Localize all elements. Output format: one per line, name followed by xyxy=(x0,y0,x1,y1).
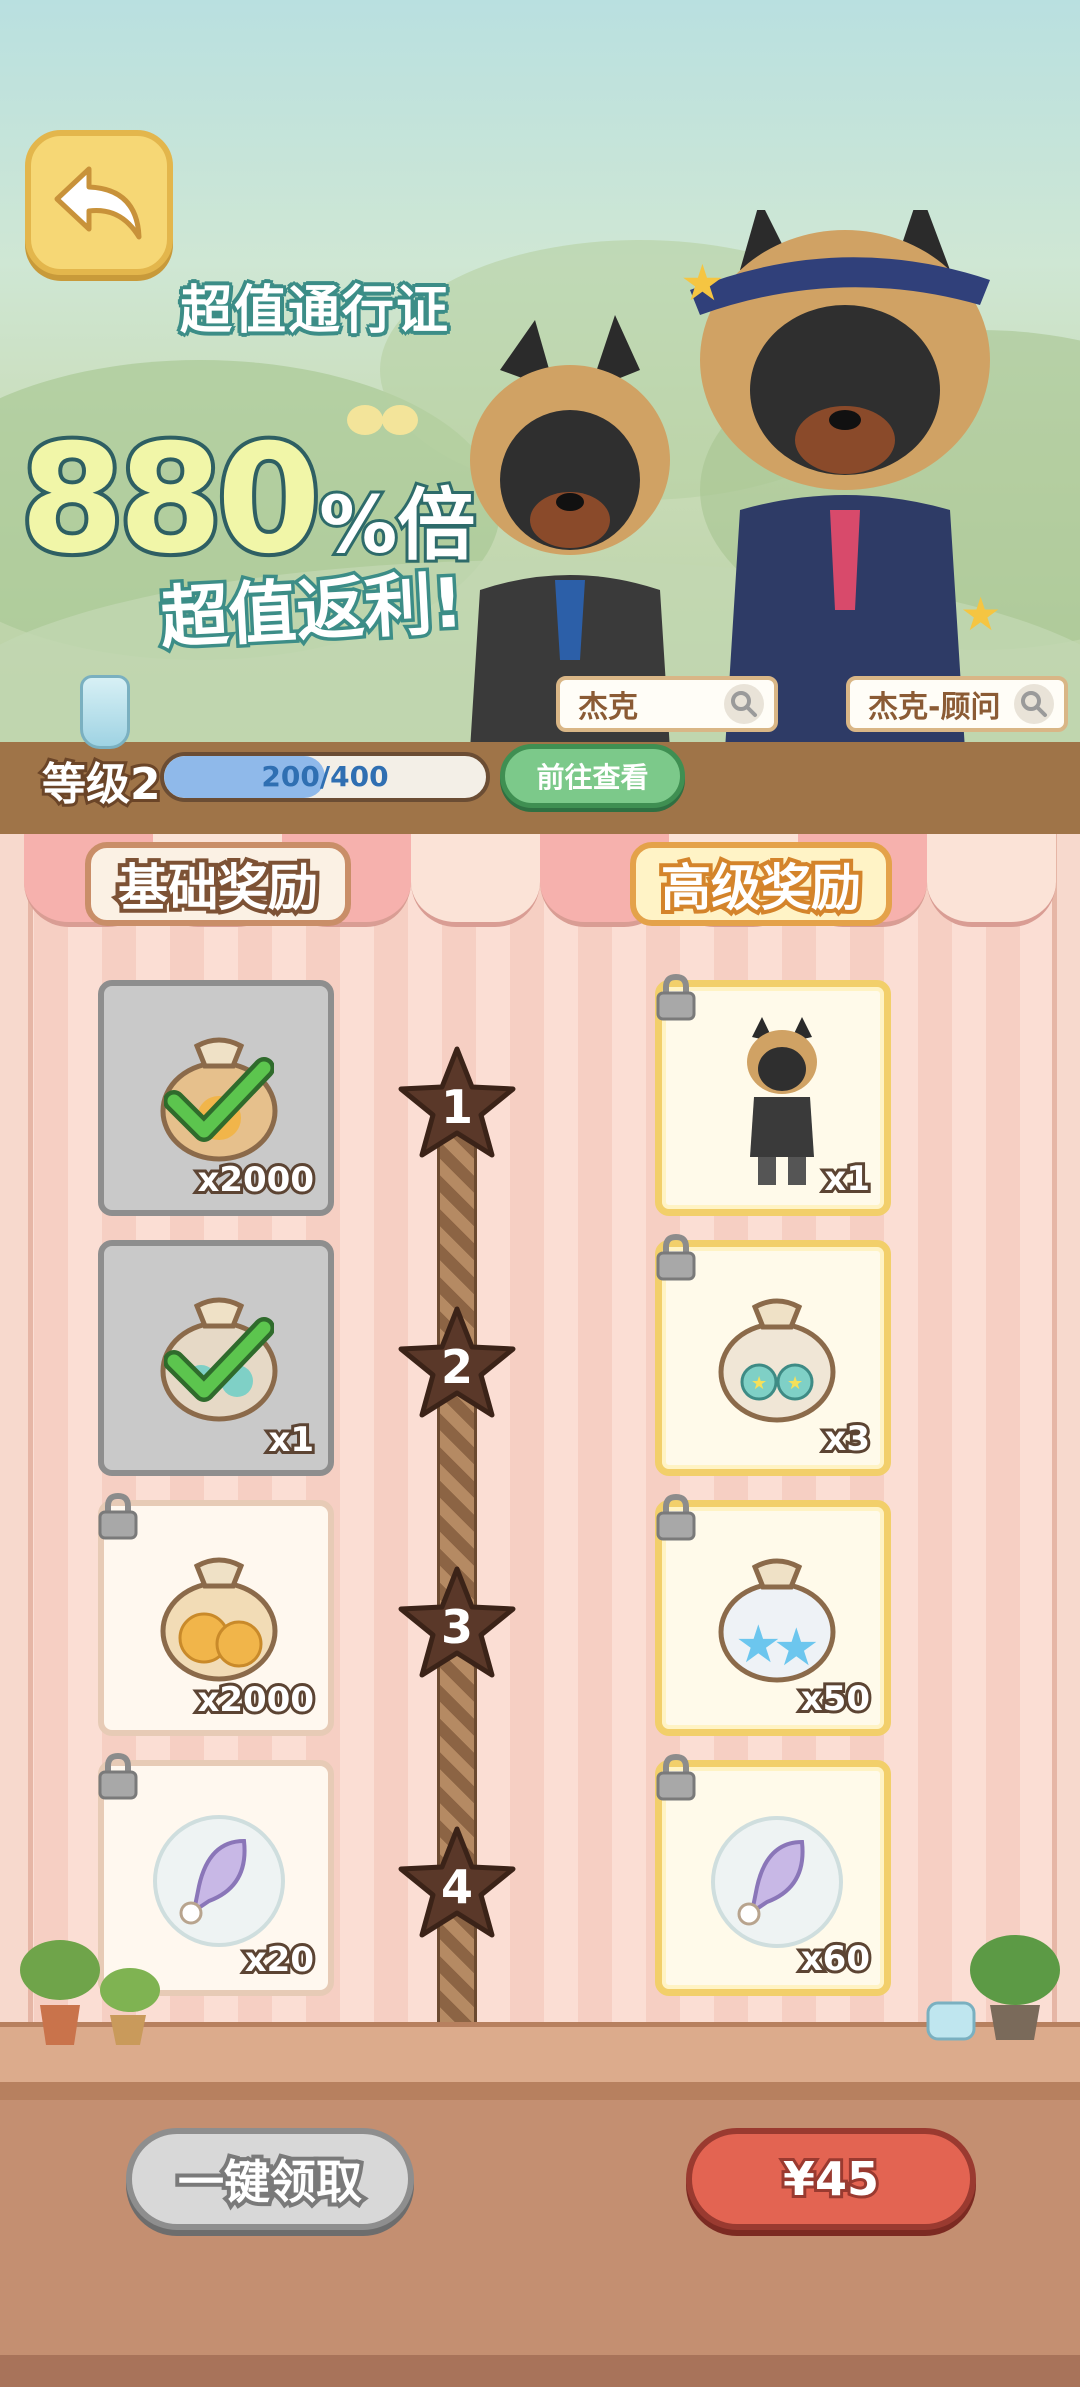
tier-number: 1 xyxy=(440,1080,473,1134)
collect-all-button[interactable]: 一键领取 xyxy=(126,2128,414,2230)
premium-reward-card[interactable]: ★ ★ x50 xyxy=(655,1493,891,1736)
lock-icon xyxy=(96,1752,140,1800)
search-icon xyxy=(724,684,764,724)
reward-qty: x1 xyxy=(821,1156,873,1202)
feather-icon xyxy=(153,1815,285,1947)
exp-text: 200/400 xyxy=(261,760,389,793)
tab-premium-rewards[interactable]: 高级奖励 xyxy=(630,842,892,926)
reward-qty: x50 xyxy=(798,1676,873,1722)
svg-text:★: ★ xyxy=(680,254,725,312)
paw-coin-bag-icon xyxy=(160,1557,278,1682)
lock-icon xyxy=(654,1493,698,1541)
exp-progress-bar: 200/400 xyxy=(160,752,490,802)
promo-number: 880 xyxy=(16,413,325,587)
reward-qty: x60 xyxy=(798,1936,873,1982)
character-name: 杰克-顾问 xyxy=(868,690,1001,725)
feather-icon xyxy=(711,1816,843,1948)
premium-reward-card[interactable]: x60 xyxy=(655,1753,891,1996)
tier-marker: 4 xyxy=(397,1823,517,1943)
reward-qty: x3 xyxy=(821,1416,873,1462)
basic-reward-card[interactable]: x1 xyxy=(98,1240,334,1476)
reward-qty: x20 xyxy=(242,1937,317,1983)
star-gem-bag-icon: ★★ xyxy=(718,1558,836,1683)
lock-icon xyxy=(96,1492,140,1540)
character-illustration: ★ ★ xyxy=(470,210,1001,750)
promo-subtitle: 超值返利! xyxy=(155,561,469,663)
svg-text:★: ★ xyxy=(751,1373,767,1394)
bottle-icon xyxy=(80,675,130,749)
lock-icon xyxy=(654,1753,698,1801)
view-button[interactable]: 前往查看 xyxy=(500,744,685,808)
tier-number: 4 xyxy=(440,1860,473,1914)
level-label: 等级2 xyxy=(39,756,164,813)
back-button[interactable] xyxy=(25,130,173,275)
check-icon xyxy=(164,1317,274,1402)
basic-reward-card[interactable]: x2000 xyxy=(98,980,334,1216)
plant-decoration xyxy=(20,1940,160,2045)
promo-multiplier: 880 %倍 xyxy=(16,395,478,587)
tier-marker: 1 xyxy=(397,1043,517,1163)
tab-basic-rewards[interactable]: 基础奖励 xyxy=(85,842,351,926)
svg-text:★: ★ xyxy=(787,1373,803,1394)
basic-reward-card[interactable]: x2000 xyxy=(98,1492,334,1736)
reward-qty: x2000 xyxy=(194,1157,317,1203)
tier-number: 3 xyxy=(440,1600,473,1654)
buy-pass-button[interactable]: ¥45 xyxy=(686,2128,976,2230)
premium-reward-card[interactable]: x1 xyxy=(655,973,891,1216)
svg-text:★: ★ xyxy=(960,587,1001,641)
plant-decoration xyxy=(926,1935,1060,2041)
lock-icon xyxy=(654,973,698,1021)
lock-icon xyxy=(654,1233,698,1281)
premium-reward-card[interactable]: ★ ★ x3 xyxy=(655,1233,891,1476)
reward-qty: x1 xyxy=(265,1417,317,1463)
character-name: 杰克 xyxy=(578,690,638,725)
tier-marker: 3 xyxy=(397,1563,517,1683)
tier-number: 2 xyxy=(440,1340,473,1394)
character-tag-jack[interactable]: 杰克 xyxy=(556,676,778,732)
check-icon xyxy=(164,1057,274,1142)
tier-marker: 2 xyxy=(397,1303,517,1423)
reward-qty: x2000 xyxy=(194,1677,317,1723)
back-arrow-icon xyxy=(54,166,142,239)
search-icon xyxy=(1014,684,1054,724)
svg-text:★: ★ xyxy=(773,1618,820,1678)
character-outfit-icon xyxy=(747,1017,817,1185)
character-tag-jack-advisor[interactable]: 杰克-顾问 xyxy=(846,676,1068,732)
medal-bag-icon: ★ ★ xyxy=(718,1298,836,1423)
pass-title: 超值通行证 xyxy=(180,281,451,341)
